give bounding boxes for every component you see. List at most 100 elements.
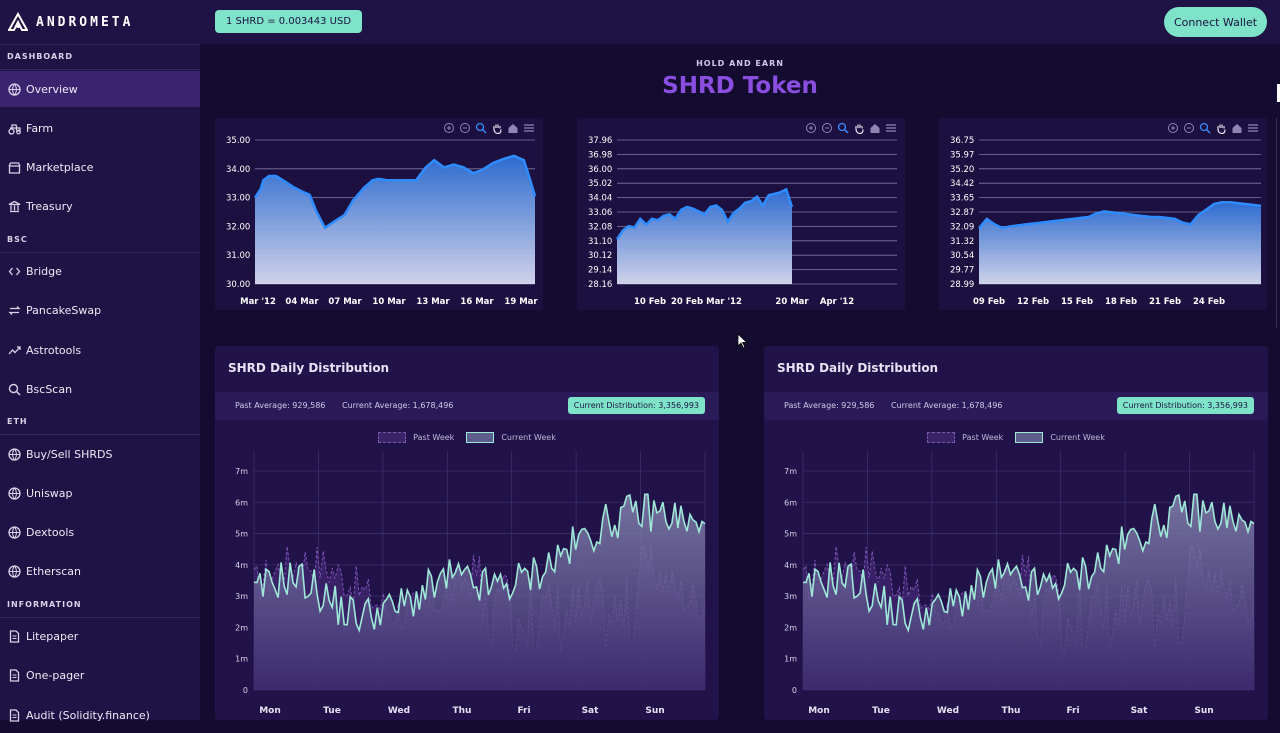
series-area	[617, 189, 792, 284]
sidebar-item-label: Treasury	[26, 199, 73, 213]
tractor-icon	[8, 122, 21, 135]
scrollbar-track[interactable]	[1276, 118, 1277, 328]
globe-icon	[8, 525, 21, 539]
x-tick-label: 13 Mar	[416, 297, 450, 307]
x-tick-label: Wed	[388, 706, 410, 716]
y-tick-label: 32.87	[950, 208, 974, 218]
sidebar-item-astrotools[interactable]: Astrotools	[0, 332, 200, 368]
search-icon	[8, 383, 21, 396]
trend-icon	[8, 344, 21, 357]
distribution-chart: 7m 6m 5m 4m 3m 2m 1m 0 Mon Tue Wed Thu Fri Sat Sun	[784, 451, 1255, 716]
price-chart-3: 36.75 35.97 35.20 34.42 33.65 32.87 32.09 31.32…	[939, 118, 1267, 310]
x-tick-label: Thu	[453, 706, 472, 716]
brand-name: ANDROMETA	[36, 14, 134, 30]
series-area	[255, 155, 535, 284]
distribution-chart: 7m 6m 5m 4m 3m 2m 1m 0 Mon Tue Wed Thu Fri Sat Sun	[235, 451, 706, 716]
sidebar-item-label: Astrotools	[26, 343, 82, 357]
x-tick-label: Sat	[1131, 706, 1149, 716]
y-tick-label: 32.09	[950, 222, 974, 232]
sidebar-item-marketplace[interactable]: Marketplace	[0, 149, 200, 185]
sidebar-item-pancakeswap[interactable]: PancakeSwap	[0, 292, 200, 328]
price-badge: 1 SHRD = 0.003443 USD	[215, 10, 363, 33]
sidebar-item-overview[interactable]: Overview	[0, 71, 200, 107]
sidebar-item-label: BscScan	[26, 382, 73, 396]
y-tick-label: 36.00	[588, 165, 612, 175]
globe-icon	[8, 486, 21, 500]
x-tick-label: Mar '12	[240, 297, 276, 307]
y-tick-label: 32.00	[226, 222, 250, 232]
chart-plot: 36.75 35.97 35.20 34.42 33.65 32.87 32.09 31.32…	[950, 136, 1262, 307]
page-kicker: HOLD AND EARN	[696, 59, 784, 68]
price-chart-1: 35.00 34.00 33.00 32.00 31.00 30.00 Mar '12 04 …	[215, 118, 543, 310]
x-tick-label: 04 Mar	[285, 297, 319, 307]
x-tick-label: Fri	[1066, 706, 1079, 716]
x-tick-label: 20 Mar	[775, 297, 809, 307]
sidebar-item-treasury[interactable]: Treasury	[0, 188, 200, 224]
y-tick-label: 33.65	[950, 194, 974, 204]
y-tick-label: 0	[243, 686, 248, 695]
y-tick-label: 30.00	[226, 280, 250, 290]
sidebar-item-bridge[interactable]: Bridge	[0, 253, 200, 289]
x-tick-label: 24 Feb	[1193, 297, 1225, 307]
sidebar-section-dashboard: DASHBOARD	[7, 52, 73, 61]
x-tick-label: 09 Feb	[973, 297, 1005, 307]
y-tick-label: 28.99	[950, 280, 974, 290]
sidebar-item-label: Farm	[26, 121, 54, 135]
y-tick-label: 0	[792, 686, 797, 695]
y-tick-label: 5m	[784, 530, 797, 539]
sidebar-item-audit-solidity-finance[interactable]: Audit (Solidity.finance)	[0, 697, 200, 733]
brand-logo[interactable]: ANDROMETA	[8, 9, 133, 35]
store-icon	[8, 161, 21, 174]
x-tick-label: 21 Feb	[1149, 297, 1181, 307]
y-tick-label: 7m	[784, 467, 797, 476]
swap-icon	[8, 304, 21, 317]
y-tick-label: 7m	[235, 467, 248, 476]
sidebar-item-label: Etherscan	[26, 564, 82, 578]
sidebar-item-label: Marketplace	[26, 160, 94, 174]
y-tick-label: 1m	[784, 655, 797, 664]
sidebar-item-label: Litepaper	[26, 629, 79, 643]
sidebar-item-buy-sell-shrds[interactable]: Buy/Sell SHRDS	[0, 436, 200, 472]
mouse-cursor-icon	[737, 333, 748, 349]
y-tick-label: 6m	[784, 498, 797, 507]
y-tick-label: 31.10	[588, 237, 612, 247]
y-tick-label: 3m	[784, 592, 797, 601]
distribution-card-1: SHRD Daily Distribution Past Average: 929…	[215, 346, 719, 720]
y-tick-label: 28.16	[588, 280, 612, 290]
x-tick-label: Tue	[323, 706, 341, 716]
x-tick-label: Thu	[1002, 706, 1021, 716]
sidebar-item-bscscan[interactable]: BscScan	[0, 371, 200, 407]
globe-icon	[8, 447, 21, 461]
connect-wallet-button[interactable]: Connect Wallet	[1164, 7, 1267, 37]
chart-plot: 35.00 34.00 33.00 32.00 31.00 30.00 Mar '12 04 …	[226, 136, 538, 307]
globe-icon	[8, 82, 21, 96]
document-icon	[8, 668, 21, 682]
sidebar-item-label: One-pager	[26, 668, 85, 682]
sidebar-item-label: PancakeSwap	[26, 303, 102, 317]
y-tick-label: 2m	[784, 623, 797, 632]
x-tick-label: 20 Feb	[671, 297, 703, 307]
sidebar-item-farm[interactable]: Farm	[0, 110, 200, 146]
x-tick-label: Apr '12	[820, 297, 854, 307]
sidebar-section-divider	[0, 434, 200, 435]
sidebar-item-uniswap[interactable]: Uniswap	[0, 475, 200, 511]
y-tick-label: 35.00	[226, 136, 250, 146]
sidebar-item-litepaper[interactable]: Litepaper	[0, 618, 200, 654]
x-tick-label: 15 Feb	[1061, 297, 1093, 307]
y-tick-label: 35.20	[950, 165, 974, 175]
x-tick-label: 10 Mar	[372, 297, 406, 307]
sidebar-item-one-pager[interactable]: One-pager	[0, 657, 200, 693]
y-tick-label: 4m	[784, 561, 797, 570]
y-tick-label: 5m	[235, 530, 248, 539]
y-tick-label: 30.12	[588, 251, 612, 261]
sidebar-item-etherscan[interactable]: Etherscan	[0, 553, 200, 589]
y-tick-label: 34.00	[226, 165, 250, 175]
distribution-card-2: SHRD Daily Distribution Past Average: 929…	[764, 346, 1268, 720]
andrometa-logo-icon	[8, 12, 28, 31]
y-tick-label: 33.00	[226, 194, 250, 204]
x-tick-label: Mon	[259, 706, 281, 716]
x-tick-label: Mon	[808, 706, 830, 716]
y-tick-label: 1m	[235, 655, 248, 664]
x-tick-label: Fri	[517, 706, 530, 716]
sidebar-item-dextools[interactable]: Dextools	[0, 514, 200, 550]
